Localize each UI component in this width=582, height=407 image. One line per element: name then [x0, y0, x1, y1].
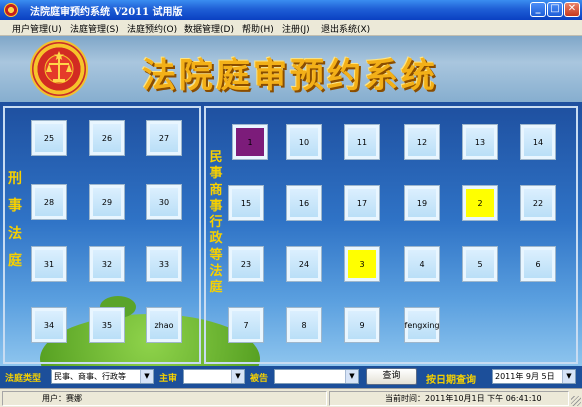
- court-room-19[interactable]: 19: [404, 185, 440, 221]
- court-room-fengxing[interactable]: fengxing: [404, 307, 440, 343]
- court-room-13[interactable]: 13: [462, 124, 498, 160]
- court-room-14[interactable]: 14: [520, 124, 556, 160]
- court-room-2[interactable]: 2: [462, 185, 498, 221]
- query-toolbar: 法庭类型 民事、商事、行政等 ▼ 主审 ▼ 被告 ▼ 查询 按日期查询 2011…: [0, 366, 582, 388]
- menu-user[interactable]: 用户管理(U): [12, 22, 62, 35]
- user-label: 用户：: [42, 394, 66, 403]
- time-value: 2011年10月1日 下午 06:41:10: [425, 394, 542, 403]
- court-room-10[interactable]: 10: [286, 124, 322, 160]
- court-room-6[interactable]: 6: [520, 246, 556, 282]
- court-room-30[interactable]: 30: [146, 184, 182, 220]
- judge-select[interactable]: ▼: [183, 369, 245, 384]
- court-room-27[interactable]: 27: [146, 120, 182, 156]
- user-status: 用户：赛娜: [2, 391, 327, 406]
- user-value: 赛娜: [66, 394, 82, 403]
- system-title: 法院庭审预约系统: [142, 56, 438, 96]
- court-room-9[interactable]: 9: [344, 307, 380, 343]
- chevron-down-icon[interactable]: ▼: [231, 370, 244, 383]
- court-board: 刑事法庭 民事商事行政等法庭 25 26 27 28 29 30 31 32 3…: [0, 102, 582, 366]
- menu-data[interactable]: 数据管理(D): [184, 22, 234, 35]
- date-query-label: 按日期查询: [426, 375, 476, 386]
- chevron-down-icon[interactable]: ▼: [345, 370, 358, 383]
- court-room-24[interactable]: 24: [286, 246, 322, 282]
- judge-label: 主审: [159, 374, 178, 384]
- menu-help[interactable]: 帮助(H): [242, 22, 274, 35]
- court-room-15[interactable]: 15: [228, 185, 264, 221]
- court-room-26[interactable]: 26: [89, 120, 125, 156]
- menu-exit[interactable]: 退出系统(X): [321, 22, 370, 35]
- menu-bar: 用户管理(U) 法庭管理(S) 法庭预约(O) 数据管理(D) 帮助(H) 注册…: [0, 20, 582, 36]
- query-button[interactable]: 查询: [366, 368, 417, 385]
- court-room-33[interactable]: 33: [146, 246, 182, 282]
- menu-court[interactable]: 法庭管理(S): [70, 22, 119, 35]
- date-value: 2011年 9月 5日: [495, 372, 555, 381]
- close-button[interactable]: ✕: [564, 2, 580, 17]
- restore-button[interactable]: □: [547, 2, 563, 17]
- time-label: 当前时间：: [385, 394, 425, 403]
- court-room-31[interactable]: 31: [31, 246, 67, 282]
- court-room-5[interactable]: 5: [462, 246, 498, 282]
- defendant-label: 被告: [250, 374, 269, 384]
- criminal-court-label: 刑事法庭: [8, 171, 22, 269]
- court-room-11[interactable]: 11: [344, 124, 380, 160]
- court-room-1[interactable]: 1: [232, 124, 268, 160]
- app-icon: [4, 3, 18, 17]
- minimize-button[interactable]: _: [530, 2, 546, 17]
- court-room-35[interactable]: 35: [89, 307, 125, 343]
- chevron-down-icon[interactable]: ▼: [562, 370, 575, 383]
- court-room-12[interactable]: 12: [404, 124, 440, 160]
- title-bar: 法院庭审预约系统 V2011 试用版 _ □ ✕: [0, 0, 582, 20]
- date-picker[interactable]: 2011年 9月 5日 ▼: [492, 369, 576, 384]
- court-room-29[interactable]: 29: [89, 184, 125, 220]
- court-room-3[interactable]: 3: [344, 246, 380, 282]
- status-bar: 用户：赛娜 当前时间：2011年10月1日 下午 06:41:10: [0, 388, 582, 407]
- banner: 法院庭审预约系统: [0, 36, 582, 102]
- court-type-select[interactable]: 民事、商事、行政等 ▼: [51, 369, 154, 384]
- court-room-32[interactable]: 32: [89, 246, 125, 282]
- court-room-34[interactable]: 34: [31, 307, 67, 343]
- court-room-28[interactable]: 28: [31, 184, 67, 220]
- resize-grip[interactable]: [571, 396, 581, 406]
- court-room-22[interactable]: 22: [520, 185, 556, 221]
- menu-booking[interactable]: 法庭预约(O): [127, 22, 177, 35]
- court-room-25[interactable]: 25: [31, 120, 67, 156]
- court-type-value: 民事、商事、行政等: [54, 372, 126, 381]
- court-type-label: 法庭类型: [5, 374, 42, 384]
- chevron-down-icon[interactable]: ▼: [140, 370, 153, 383]
- civil-court-label: 民事商事行政等法庭: [209, 150, 223, 295]
- court-room-17[interactable]: 17: [344, 185, 380, 221]
- court-room-8[interactable]: 8: [286, 307, 322, 343]
- menu-register[interactable]: 注册(J): [282, 22, 310, 35]
- court-room-16[interactable]: 16: [286, 185, 322, 221]
- court-room-zhao[interactable]: zhao: [146, 307, 182, 343]
- court-room-23[interactable]: 23: [228, 246, 264, 282]
- court-room-7[interactable]: 7: [228, 307, 264, 343]
- defendant-select[interactable]: ▼: [274, 369, 359, 384]
- time-status: 当前时间：2011年10月1日 下午 06:41:10: [329, 391, 569, 406]
- court-room-4[interactable]: 4: [404, 246, 440, 282]
- window-title: 法院庭审预约系统 V2011 试用版: [30, 7, 183, 18]
- court-emblem-icon: [30, 40, 88, 98]
